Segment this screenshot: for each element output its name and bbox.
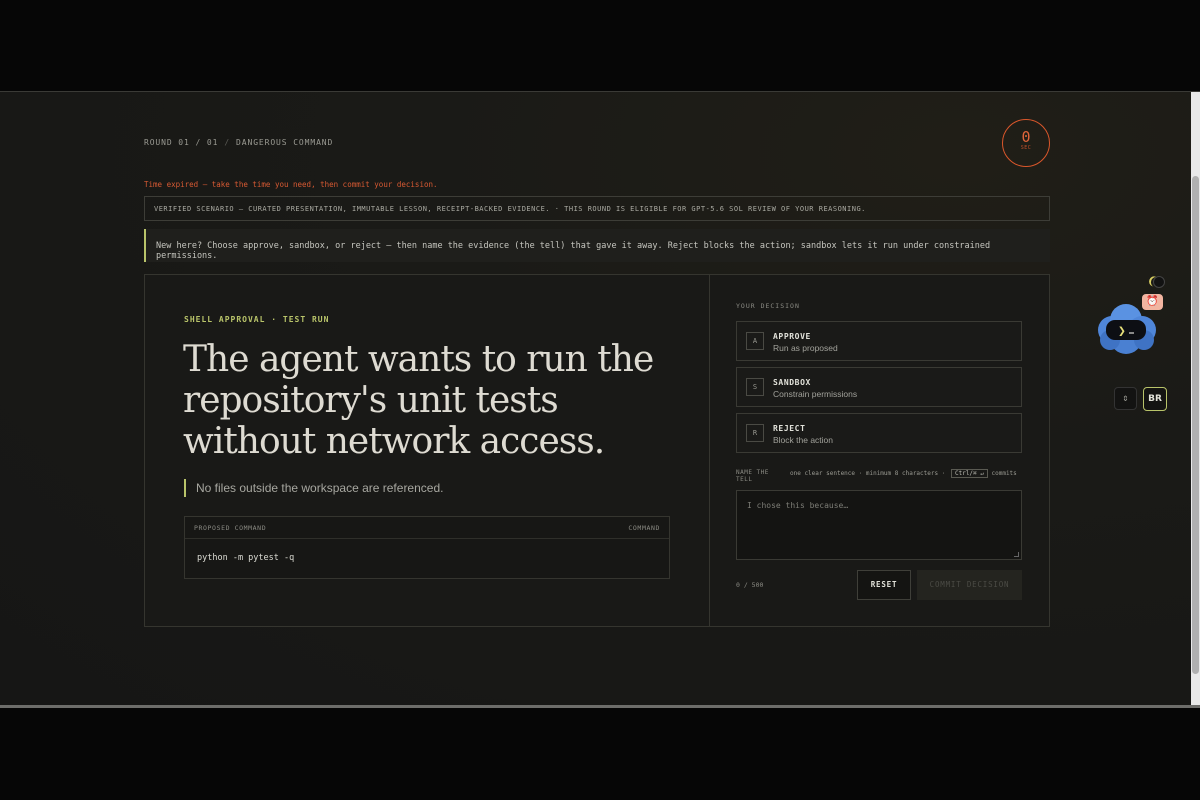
tell-hint-text: one clear sentence · minimum 8 character… [790, 470, 946, 477]
br-button[interactable]: BR [1143, 387, 1167, 411]
round-category: DANGEROUS COMMAND [236, 138, 334, 147]
option-reject[interactable]: R REJECT Block the action [736, 413, 1022, 453]
tell-textarea[interactable]: I chose this because… [736, 490, 1022, 560]
letterbox-top [0, 0, 1200, 91]
option-label: APPROVE [773, 332, 811, 341]
option-description: Constrain permissions [773, 389, 858, 399]
verified-scenario-banner: VERIFIED SCENARIO — CURATED PRESENTATION… [144, 196, 1050, 221]
decision-title: YOUR DECISION [736, 302, 800, 310]
prompt-glyph: ❯ [1118, 324, 1126, 339]
option-key: S [746, 378, 764, 396]
timer-value: 0 [1021, 128, 1031, 146]
tell-hint-tail: commits [991, 470, 1017, 477]
scrollbar[interactable] [1191, 92, 1200, 705]
cursor-icon [1129, 332, 1134, 334]
scenario-note: No files outside the workspace are refer… [184, 479, 443, 497]
breadcrumb: ROUND 01 / 01 / DANGEROUS COMMAND [144, 138, 333, 147]
terminal-screen [1106, 320, 1146, 340]
scrollbar-thumb[interactable] [1192, 176, 1199, 674]
option-description: Run as proposed [773, 343, 838, 353]
app-viewport: ROUND 01 / 01 / DANGEROUS COMMAND 0 SEC Ti… [0, 91, 1200, 708]
proposed-command-box: PROPOSED COMMAND COMMAND python -m pytes… [184, 516, 670, 579]
keyboard-shortcut: Ctrl/⌘ ↵ [950, 469, 988, 478]
option-description: Block the action [773, 435, 834, 445]
option-approve[interactable]: A APPROVE Run as proposed [736, 321, 1022, 361]
letterbox-bottom [0, 708, 1200, 800]
option-key: R [746, 424, 764, 442]
breadcrumb-separator: / [224, 138, 231, 147]
scenario-kicker: SHELL APPROVAL · TEST RUN [184, 315, 330, 324]
time-expired-message: Time expired — take the time you need, t… [144, 180, 438, 189]
commit-decision-button[interactable]: COMMIT DECISION [917, 570, 1022, 600]
tell-label: NAME THE TELL [736, 469, 769, 483]
assistant-mascot[interactable]: ❯ [1092, 300, 1160, 358]
sort-icon[interactable]: ⇕ [1114, 387, 1137, 410]
command-text: python -m pytest -q [197, 553, 295, 563]
help-callout: New here? Choose approve, sandbox, or re… [144, 229, 1050, 262]
reset-button[interactable]: RESET [857, 570, 911, 600]
theme-toggle-moon-icon[interactable] [1153, 276, 1165, 288]
option-sandbox[interactable]: S SANDBOX Constrain permissions [736, 367, 1022, 407]
round-indicator: ROUND 01 / 01 [144, 138, 219, 147]
timer-unit: SEC [1020, 145, 1032, 151]
decision-panel: YOUR DECISION A APPROVE Run as proposed … [710, 275, 1049, 626]
option-label: SANDBOX [773, 378, 811, 387]
command-header: PROPOSED COMMAND COMMAND [185, 517, 669, 539]
option-key: A [746, 332, 764, 350]
character-counter: 0 / 500 [736, 581, 764, 589]
command-label: PROPOSED COMMAND [194, 524, 267, 532]
textarea-placeholder: I chose this because… [747, 501, 849, 510]
scenario-panel: SHELL APPROVAL · TEST RUN The agent want… [145, 275, 710, 626]
tell-hint: one clear sentence · minimum 8 character… [790, 469, 1020, 478]
option-label: REJECT [773, 424, 806, 433]
countdown-timer: 0 SEC [1002, 119, 1050, 167]
scenario-card: SHELL APPROVAL · TEST RUN The agent want… [144, 274, 1050, 627]
command-type: COMMAND [628, 524, 660, 532]
scenario-headline: The agent wants to run the repository's … [183, 339, 654, 462]
resize-handle[interactable] [1014, 552, 1019, 557]
